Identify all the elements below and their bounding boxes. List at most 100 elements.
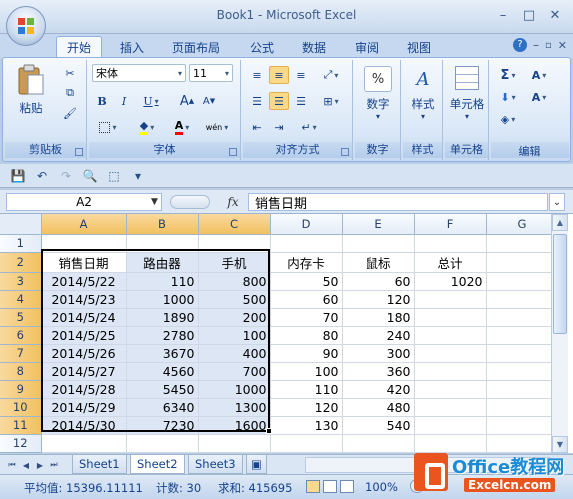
cell-c4[interactable]: 500: [198, 290, 271, 309]
align-left-button[interactable]: ☰: [247, 92, 267, 110]
ribbon-close-icon[interactable]: ✕: [558, 39, 567, 52]
cell-a3[interactable]: 2014/5/22: [41, 272, 127, 291]
column-header-e[interactable]: E: [342, 214, 415, 235]
normal-view-icon[interactable]: [306, 480, 320, 493]
cell-c2[interactable]: 手机: [198, 252, 271, 273]
row-header[interactable]: 2: [0, 252, 42, 273]
cell-c12[interactable]: [198, 434, 271, 453]
zoom-out-button[interactable]: –: [410, 479, 424, 493]
cell-d6[interactable]: 80: [270, 326, 343, 345]
cell-g4[interactable]: [486, 290, 559, 309]
page-break-view-icon[interactable]: [340, 480, 354, 493]
cell-d5[interactable]: 70: [270, 308, 343, 327]
print-preview-button[interactable]: 🔍: [80, 166, 100, 186]
cell-a9[interactable]: 2014/5/28: [41, 380, 127, 399]
cell-e8[interactable]: 360: [342, 362, 415, 381]
align-middle-button[interactable]: ≡: [269, 66, 289, 84]
cell-g5[interactable]: [486, 308, 559, 327]
cell-f12[interactable]: [414, 434, 487, 453]
cell-f4[interactable]: [414, 290, 487, 309]
row-header[interactable]: 12: [0, 434, 42, 453]
italic-button[interactable]: I: [115, 92, 133, 110]
tab-view[interactable]: 视图: [397, 36, 441, 58]
cell-d11[interactable]: 130: [270, 416, 343, 435]
cell-b11[interactable]: 7230: [126, 416, 199, 435]
cell-a6[interactable]: 2014/5/25: [41, 326, 127, 345]
merge-center-button[interactable]: ⊞: [317, 92, 345, 110]
styles-button[interactable]: A 样式 ▾: [407, 66, 439, 126]
cell-g7[interactable]: [486, 344, 559, 363]
cell-f3[interactable]: 1020: [414, 272, 487, 291]
first-sheet-button[interactable]: ⏮: [6, 458, 18, 472]
align-right-button[interactable]: ☰: [291, 92, 311, 110]
row-header[interactable]: 5: [0, 308, 42, 327]
cell-g6[interactable]: [486, 326, 559, 345]
cell-d8[interactable]: 100: [270, 362, 343, 381]
cell-g11[interactable]: [486, 416, 559, 435]
cell-b2[interactable]: 路由器: [126, 252, 199, 273]
formula-input[interactable]: 销售日期: [248, 193, 548, 212]
cell-d2[interactable]: 内存卡: [270, 252, 343, 273]
page-layout-view-icon[interactable]: [323, 480, 337, 493]
cell-d10[interactable]: 120: [270, 398, 343, 417]
column-header-g[interactable]: G: [486, 214, 559, 235]
cell-c9[interactable]: 1000: [198, 380, 271, 399]
help-icon[interactable]: ?: [513, 38, 527, 52]
bold-button[interactable]: B: [93, 92, 111, 110]
copy-button[interactable]: ⧉: [59, 84, 81, 102]
cell-a11[interactable]: 2014/5/30: [41, 416, 127, 435]
cell-e7[interactable]: 300: [342, 344, 415, 363]
close-button[interactable]: ✕: [543, 6, 567, 24]
font-color-button[interactable]: A: [167, 118, 197, 136]
cell-e12[interactable]: [342, 434, 415, 453]
cell-b1[interactable]: [126, 234, 199, 253]
cell-f8[interactable]: [414, 362, 487, 381]
row-header[interactable]: 8: [0, 362, 42, 381]
cell-a12[interactable]: [41, 434, 127, 453]
cell-c11[interactable]: 1600: [198, 416, 271, 435]
row-header[interactable]: 10: [0, 398, 42, 417]
cell-e5[interactable]: 180: [342, 308, 415, 327]
row-header[interactable]: 11: [0, 416, 42, 435]
expand-formula-bar-button[interactable]: ⌄: [549, 193, 565, 211]
cell-a2[interactable]: 销售日期: [41, 252, 127, 273]
cell-d4[interactable]: 60: [270, 290, 343, 309]
customize-qat-button[interactable]: ▾: [128, 166, 148, 186]
decrease-indent-button[interactable]: ⇤: [247, 118, 267, 136]
find-select-button[interactable]: A: [525, 88, 553, 106]
name-box[interactable]: A2: [6, 193, 162, 211]
sheet-tab-sheet3[interactable]: Sheet3: [188, 455, 243, 474]
cell-g3[interactable]: [486, 272, 559, 291]
cell-a8[interactable]: 2014/5/27: [41, 362, 127, 381]
last-sheet-button[interactable]: ⏭: [48, 458, 60, 472]
row-header[interactable]: 4: [0, 290, 42, 309]
cell-d7[interactable]: 90: [270, 344, 343, 363]
cell-f7[interactable]: [414, 344, 487, 363]
increase-indent-button[interactable]: ⇥: [269, 118, 289, 136]
cell-g1[interactable]: [486, 234, 559, 253]
cell-b10[interactable]: 6340: [126, 398, 199, 417]
tab-review[interactable]: 审阅: [345, 36, 389, 58]
worksheet-grid[interactable]: A B C D E F G 1 2 销售日期 路由器 手机 内存卡 鼠标 总计 3 2014/5/…: [0, 214, 573, 453]
row-header[interactable]: 1: [0, 234, 42, 253]
redo-button[interactable]: ↷: [56, 166, 76, 186]
cell-f9[interactable]: [414, 380, 487, 399]
fill-button[interactable]: ⬇: [495, 88, 521, 106]
number-format-button[interactable]: % 数字 ▾: [361, 66, 395, 126]
name-box-dropdown-icon[interactable]: ▼: [148, 194, 161, 210]
clear-button[interactable]: ◈: [495, 110, 521, 128]
cell-b7[interactable]: 3670: [126, 344, 199, 363]
cell-f11[interactable]: [414, 416, 487, 435]
cell-f1[interactable]: [414, 234, 487, 253]
font-launcher[interactable]: [229, 148, 237, 156]
wrap-text-button[interactable]: ↵: [295, 118, 323, 136]
column-header-c[interactable]: C: [198, 214, 271, 235]
cell-c3[interactable]: 800: [198, 272, 271, 291]
cell-g8[interactable]: [486, 362, 559, 381]
column-header-a[interactable]: A: [41, 214, 127, 235]
sheet-tab-sheet2[interactable]: Sheet2: [130, 455, 185, 474]
fill-color-button[interactable]: ◆: [131, 118, 163, 136]
cell-e10[interactable]: 480: [342, 398, 415, 417]
cell-c10[interactable]: 1300: [198, 398, 271, 417]
cell-f10[interactable]: [414, 398, 487, 417]
